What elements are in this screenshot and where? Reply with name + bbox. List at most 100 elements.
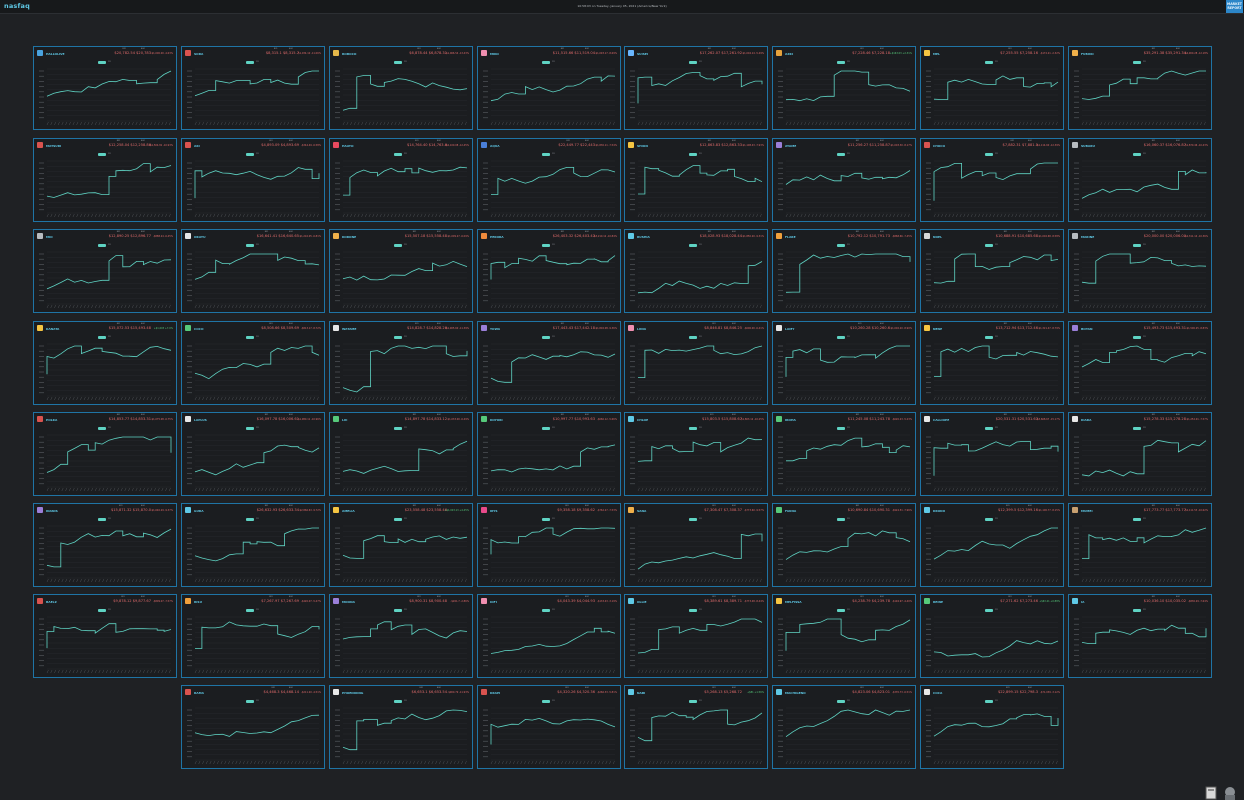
coin-name[interactable]: GURA	[194, 509, 204, 513]
timeframe-toggle[interactable]	[1133, 153, 1141, 156]
timeframe-toggle[interactable]	[985, 518, 993, 521]
coin-card[interactable]: MARINE BID $20,000.00 $20,006.00 ASK -$2,311…	[1068, 229, 1212, 313]
coin-name[interactable]: MEL	[933, 52, 940, 56]
coin-card[interactable]: CHOCO BID $7,882.31 $7,881.5 ASK -$1,114.60 …	[920, 138, 1064, 222]
timeframe-toggle[interactable]	[98, 61, 106, 64]
coin-card[interactable]: MIKO BID $11,515.66 $11,519.04 ASK -$1,093.1…	[477, 46, 621, 130]
timeframe-toggle[interactable]	[985, 700, 993, 703]
coin-card[interactable]: SUISEI BID $17,262.07 $17,261.92 ASK -$1,004…	[624, 46, 768, 130]
timeframe-toggle[interactable]	[837, 244, 845, 247]
coin-name[interactable]: SUBARU	[1081, 144, 1095, 148]
timeframe-toggle[interactable]	[1133, 244, 1141, 247]
coin-card[interactable]: IRYS BID $9,358.18 $9,358.62 ASK -$762.27 -7…	[477, 503, 621, 587]
coin-card[interactable]: IA BID $10,036.10 $10,035.02 ASK -$830.29 -7…	[1068, 594, 1212, 678]
coin-name[interactable]: CHLOE	[637, 418, 648, 422]
timeframe-toggle[interactable]	[394, 336, 402, 339]
coin-name[interactable]: HALLOLIVE	[46, 52, 65, 56]
timeframe-toggle[interactable]	[542, 427, 550, 430]
timeframe-toggle[interactable]	[1133, 518, 1141, 521]
coin-name[interactable]: WATAME	[342, 327, 356, 331]
coin-name[interactable]: SORA	[194, 52, 203, 56]
coin-name[interactable]: MELFISSA	[785, 600, 802, 604]
coin-name[interactable]: HAATO	[342, 144, 354, 148]
timeframe-toggle[interactable]	[246, 336, 254, 339]
coin-name[interactable]: FUBUKI	[1081, 52, 1094, 56]
coin-card[interactable]: IOFI BID $4,043.39 $4,044.93 ASK -$133.43 -3…	[477, 594, 621, 678]
coin-card[interactable]: MELFISSA BID $4,238.79 $4,239.78 ASK -$194.9…	[772, 594, 916, 678]
coin-name[interactable]: LAPLUS	[194, 418, 207, 422]
timeframe-toggle[interactable]	[542, 244, 550, 247]
coin-name[interactable]: POLKA	[46, 418, 57, 422]
coin-name[interactable]: MACHIGENO	[785, 691, 806, 695]
timeframe-toggle[interactable]	[689, 609, 697, 612]
timeframe-toggle[interactable]	[689, 153, 697, 156]
timeframe-toggle[interactable]	[246, 427, 254, 430]
timeframe-toggle[interactable]	[689, 518, 697, 521]
coin-name[interactable]: BAELZ	[46, 600, 57, 604]
coin-name[interactable]: ROBOCO	[342, 52, 356, 56]
coin-name[interactable]: KRONII	[933, 509, 945, 513]
coin-name[interactable]: TOWA	[490, 327, 500, 331]
timeframe-toggle[interactable]	[246, 609, 254, 612]
coin-card[interactable]: KANATA BID $15,072.53 $15,493.48 ASK +$1,003…	[33, 321, 177, 405]
coin-card[interactable]: HAATO BID $14,764.40 $14,763.6 ASK -$2,100.0…	[329, 138, 473, 222]
coin-card[interactable]: MIO BID $12,890.25 $12,896.77 ASK -$888.24 -…	[33, 229, 177, 313]
coin-name[interactable]: MUMEI	[1081, 509, 1093, 513]
timeframe-toggle[interactable]	[246, 244, 254, 247]
timeframe-toggle[interactable]	[542, 153, 550, 156]
timeframe-toggle[interactable]	[394, 153, 402, 156]
timeframe-toggle[interactable]	[542, 609, 550, 612]
coin-name[interactable]: KRAPI	[490, 691, 500, 695]
timeframe-toggle[interactable]	[542, 61, 550, 64]
timeframe-toggle[interactable]	[985, 61, 993, 64]
timeframe-toggle[interactable]	[542, 336, 550, 339]
timeframe-toggle[interactable]	[985, 609, 993, 612]
coin-card[interactable]: AKI BID $4,893.09 $4,893.69 ASK -$344.49 -6.…	[181, 138, 325, 222]
coin-card[interactable]: ROBOCO BID $6,878.44 $6,878.31 ASK -$1,066.5…	[329, 46, 473, 130]
timeframe-toggle[interactable]	[98, 244, 106, 247]
coin-card[interactable]: COCO BID $8,508.66 $8,509.69 ASK -$813.17 -8…	[181, 321, 325, 405]
coin-card[interactable]: KIARA BID $15,278.33 $15,278.28 ASK -$1,252.…	[1068, 412, 1212, 496]
timeframe-toggle[interactable]	[394, 609, 402, 612]
coin-card[interactable]: SHION BID $12,863.83 $12,863.33 ASK -$1,108.…	[624, 138, 768, 222]
coin-name[interactable]: FAUNA	[785, 509, 796, 513]
timeframe-toggle[interactable]	[246, 700, 254, 703]
coin-name[interactable]: SANA	[637, 509, 646, 513]
coin-card[interactable]: RAMA BID $4,468.3 $4,468.14 ASK -$211.20 -4.…	[181, 685, 325, 769]
coin-card[interactable]: CALLIOPE BID $20,531.31 $20,531.63 ASK -$3,6…	[920, 412, 1064, 496]
coin-name[interactable]: AZKI	[785, 52, 793, 56]
coin-name[interactable]: LUI	[342, 418, 347, 422]
coin-name[interactable]: OLLIE	[637, 600, 647, 604]
coin-card[interactable]: AZKI BID $7,228.46 $7,228.18 ASK +$163.03 +2…	[772, 46, 916, 130]
coin-name[interactable]: KIARA	[1081, 418, 1091, 422]
timeframe-toggle[interactable]	[689, 61, 697, 64]
coin-name[interactable]: NOEL	[933, 235, 942, 239]
coin-name[interactable]: PEKORA	[490, 235, 504, 239]
coin-card[interactable]: AQUA BID $22,449.77 $22,443 ASK -$1,830.11 -…	[477, 138, 621, 222]
coin-card[interactable]: NABI BID $5,268.13 $5,268.72 ASK +$81 +1.56%…	[624, 685, 768, 769]
coin-name[interactable]: MIKO	[490, 52, 499, 56]
coin-name[interactable]: RISU	[194, 600, 202, 604]
coin-card[interactable]: MUMEI BID $17,773.77 $17,773.77 ASK -$2,111.…	[1068, 503, 1212, 587]
timeframe-toggle[interactable]	[98, 153, 106, 156]
timeframe-toggle[interactable]	[1133, 61, 1141, 64]
timeframe-toggle[interactable]	[985, 427, 993, 430]
coin-card[interactable]: FLARE BID $10,792.12 $10,791.73 ASK -$868.66…	[772, 229, 916, 313]
timeframe-toggle[interactable]	[542, 700, 550, 703]
coin-card[interactable]: WATAME BID $14,828.7 $14,828.26 ASK -$1,905.…	[329, 321, 473, 405]
timeframe-toggle[interactable]	[837, 700, 845, 703]
coin-name[interactable]: AKI	[194, 144, 200, 148]
coin-name[interactable]: CHOCO	[933, 144, 945, 148]
coin-card[interactable]: IROHA BID $11,245.08 $11,243.78 ASK -$620.23…	[772, 412, 916, 496]
timeframe-toggle[interactable]	[1133, 336, 1141, 339]
coin-name[interactable]: INANIS	[46, 509, 58, 513]
timeframe-toggle[interactable]	[689, 244, 697, 247]
coin-card[interactable]: LUI BID $14,897.78 $14,833.12 ASK -$1,033.00…	[329, 412, 473, 496]
coin-name[interactable]: IROHA	[785, 418, 796, 422]
coin-name[interactable]: RAMA	[194, 691, 204, 695]
coin-card[interactable]: FUBUKI BID $35,291.38 $35,291.34 ASK -$4,900…	[1068, 46, 1212, 130]
timeframe-toggle[interactable]	[837, 336, 845, 339]
coin-card[interactable]: MOONA BID $8,900.31 $8,900.48 ASK -$261.7 -2…	[329, 594, 473, 678]
timeframe-toggle[interactable]	[394, 61, 402, 64]
timeframe-toggle[interactable]	[837, 153, 845, 156]
